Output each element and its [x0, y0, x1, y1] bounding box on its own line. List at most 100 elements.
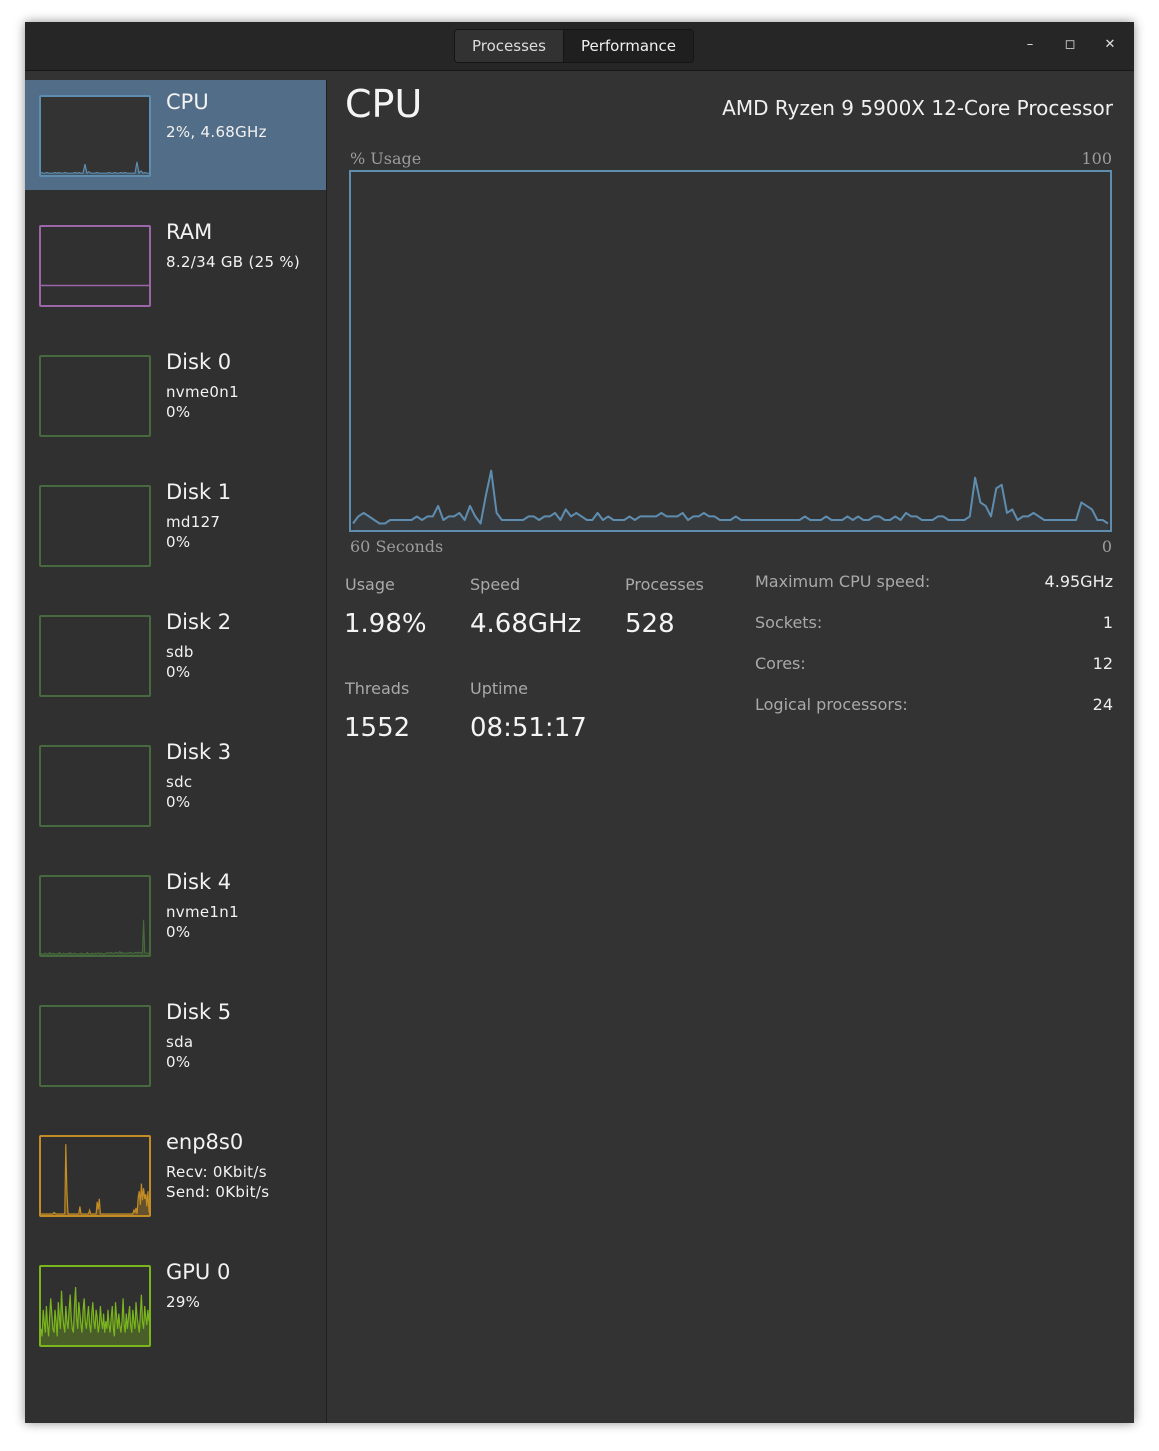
- sidebar-item-gpu-0[interactable]: GPU 0 29%: [25, 1250, 326, 1360]
- sidebar-item-name: Disk 2: [166, 610, 232, 634]
- cores-label: Cores:: [755, 654, 806, 673]
- sidebar-item-detail: Recv: 0Kbit/s: [166, 1163, 267, 1181]
- max-cpu-speed-value: 4.95GHz: [1044, 572, 1113, 591]
- max-cpu-speed-label: Maximum CPU speed:: [755, 572, 931, 591]
- task-manager-window: Processes Performance – ◻ ✕ CPU 2%, 4.68G…: [25, 22, 1134, 1423]
- sidebar-item-name: Disk 0: [166, 350, 232, 374]
- sidebar-graph-thumbnail: [39, 745, 151, 827]
- sidebar-graph-thumbnail: [39, 1265, 151, 1347]
- sidebar-graph-thumbnail: [39, 355, 151, 437]
- sidebar-item-detail: 8.2/34 GB (25 %): [166, 253, 301, 271]
- sidebar-item-ram[interactable]: RAM 8.2/34 GB (25 %): [25, 210, 326, 320]
- sidebar-sparkline: [41, 161, 149, 175]
- sidebar-item-detail: sdb: [166, 643, 194, 661]
- sidebar-item-name: Disk 1: [166, 480, 232, 504]
- sidebar-item-detail: 2%, 4.68GHz: [166, 123, 267, 141]
- sidebar-graph-thumbnail: [39, 875, 151, 957]
- sidebar-item-name: GPU 0: [166, 1260, 231, 1284]
- sidebar-sparkline: [41, 919, 149, 955]
- sidebar-item-detail: sda: [166, 1033, 194, 1051]
- processes-label: Processes: [625, 575, 704, 594]
- sidebar-item-disk-5[interactable]: Disk 5 sda 0%: [25, 990, 326, 1100]
- sidebar-graph-thumbnail: [39, 485, 151, 567]
- sidebar-item-cpu[interactable]: CPU 2%, 4.68GHz: [25, 80, 326, 190]
- close-icon: ✕: [1104, 37, 1116, 52]
- sidebar-graph-thumbnail: [39, 225, 151, 307]
- logical-processors-label: Logical processors:: [755, 695, 908, 714]
- logical-processors-value: 24: [1092, 695, 1113, 714]
- sidebar-item-detail: nvme1n1: [166, 903, 239, 921]
- tab-performance[interactable]: Performance: [562, 30, 694, 62]
- sidebar-sparkline: [41, 1007, 149, 1085]
- graph-xmin: 0: [1101, 537, 1112, 556]
- sidebar-item-disk-1[interactable]: Disk 1 md127 0%: [25, 470, 326, 580]
- sockets-label: Sockets:: [755, 613, 823, 632]
- maximize-button[interactable]: ◻: [1060, 35, 1080, 55]
- sidebar-item-name: enp8s0: [166, 1130, 244, 1154]
- sidebar-item-name: Disk 3: [166, 740, 232, 764]
- page-title: CPU: [345, 82, 423, 126]
- sidebar-item-disk-2[interactable]: Disk 2 sdb 0%: [25, 600, 326, 710]
- sidebar-sparkline: [41, 747, 149, 825]
- sidebar-item-disk-4[interactable]: Disk 4 nvme1n1 0%: [25, 860, 326, 970]
- sparkline-line: [41, 1144, 149, 1215]
- uptime-label: Uptime: [470, 679, 529, 698]
- sidebar-sparkline: [41, 1144, 149, 1215]
- sidebar-sparkline: [41, 357, 149, 435]
- maximize-icon: ◻: [1064, 37, 1076, 52]
- sidebar-item-detail: 29%: [166, 1293, 201, 1311]
- uptime-value: 08:51:17: [470, 713, 587, 743]
- tab-processes[interactable]: Processes: [455, 30, 563, 62]
- view-switcher: Processes Performance: [454, 29, 695, 63]
- sidebar-graph-thumbnail: [39, 615, 151, 697]
- usage-value: 1.98%: [344, 609, 427, 639]
- sidebar-sparkline: [41, 284, 149, 287]
- sidebar-item-detail: 0%: [166, 403, 191, 421]
- usage-label: Usage: [345, 575, 395, 594]
- cores-value: 12: [1092, 654, 1113, 673]
- sidebar-item-detail: nvme0n1: [166, 383, 239, 401]
- graph-xlabel: 60 Seconds: [350, 537, 444, 556]
- cpu-detail-panel: CPU AMD Ryzen 9 5900X 12-Core Processor …: [327, 80, 1134, 1423]
- minimize-icon: –: [1026, 37, 1034, 52]
- minimize-button[interactable]: –: [1020, 35, 1040, 55]
- sidebar-item-detail: 0%: [166, 663, 191, 681]
- sidebar-item-detail: Send: 0Kbit/s: [166, 1183, 270, 1201]
- threads-value: 1552: [344, 713, 411, 743]
- sidebar-item-detail: sdc: [166, 773, 193, 791]
- sidebar-graph-thumbnail: [39, 1135, 151, 1217]
- close-button[interactable]: ✕: [1100, 35, 1120, 55]
- speed-label: Speed: [470, 575, 521, 594]
- sparkline-area: [41, 1144, 149, 1215]
- processes-value: 528: [625, 609, 675, 639]
- sidebar-item-enp8s0[interactable]: enp8s0 Recv: 0Kbit/s Send: 0Kbit/s: [25, 1120, 326, 1230]
- sidebar-sparkline: [41, 1286, 149, 1345]
- sidebar-sparkline: [41, 617, 149, 695]
- graph-ymax: 100: [1081, 149, 1112, 168]
- cpu-usage-chart: [352, 469, 1109, 530]
- sparkline-line: [41, 161, 149, 175]
- sidebar-item-name: Disk 5: [166, 1000, 232, 1024]
- speed-value: 4.68GHz: [470, 609, 582, 639]
- sparkline-line: [41, 919, 149, 955]
- sidebar-item-detail: md127: [166, 513, 221, 531]
- sidebar-graph-thumbnail: [39, 1005, 151, 1087]
- graph-ylabel: % Usage: [350, 149, 422, 168]
- sidebar-item-disk-3[interactable]: Disk 3 sdc 0%: [25, 730, 326, 840]
- sidebar-graph-thumbnail: [39, 95, 151, 177]
- cpu-usage-graph: [349, 170, 1112, 532]
- sidebar-item-disk-0[interactable]: Disk 0 nvme0n1 0%: [25, 340, 326, 450]
- sidebar-item-name: RAM: [166, 220, 213, 244]
- device-sidebar: CPU 2%, 4.68GHz RAM 8.2/34 GB (25 %) Disk 0 n…: [25, 80, 327, 1423]
- sidebar-item-detail: 0%: [166, 793, 191, 811]
- sparkline-area: [41, 919, 149, 955]
- sidebar-item-name: Disk 4: [166, 870, 232, 894]
- sidebar-item-name: CPU: [166, 90, 209, 114]
- sidebar-item-detail: 0%: [166, 1053, 191, 1071]
- sidebar-sparkline: [41, 487, 149, 565]
- sockets-value: 1: [1102, 613, 1113, 632]
- title-bar: Processes Performance – ◻ ✕: [25, 22, 1134, 71]
- sidebar-item-detail: 0%: [166, 923, 191, 941]
- threads-label: Threads: [345, 679, 410, 698]
- sidebar-item-detail: 0%: [166, 533, 191, 551]
